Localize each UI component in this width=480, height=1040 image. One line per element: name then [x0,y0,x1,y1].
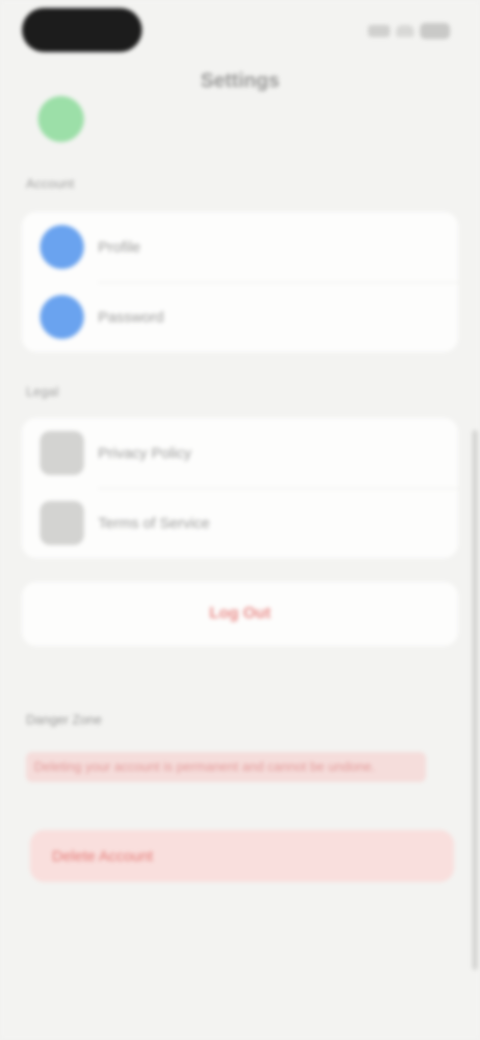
person-icon [40,225,84,269]
danger-note: Deleting your account is permanent and c… [26,752,426,782]
settings-row-privacy[interactable]: Privacy Policy [22,418,458,488]
delete-account-button[interactable]: Delete Account [30,830,454,882]
battery-icon [420,23,450,39]
settings-row-password[interactable]: Password [22,282,458,352]
row-label: Password [98,308,164,326]
row-label: Terms of Service [98,514,210,532]
settings-screen: Settings Account Profile Password Legal … [0,0,480,1040]
section-label-legal: Legal [26,384,59,399]
account-card: Profile Password [22,212,458,352]
account-row[interactable] [20,84,460,154]
section-label-danger: Danger Zone [26,712,102,727]
settings-row-profile[interactable]: Profile [22,212,458,282]
row-label: Profile [98,238,141,256]
signal-icon [368,25,390,37]
avatar [38,96,84,142]
key-icon [40,295,84,339]
wifi-icon [396,25,414,37]
settings-row-terms[interactable]: Terms of Service [22,488,458,558]
section-label-account: Account [26,176,75,191]
scrollbar[interactable] [472,430,478,970]
logout-button[interactable]: Log Out [22,582,458,646]
status-icons [360,20,450,42]
logout-label: Log Out [209,605,271,622]
row-label: Privacy Policy [98,444,192,462]
legal-card: Privacy Policy Terms of Service [22,418,458,558]
dynamic-island [22,8,142,52]
status-bar [0,0,480,62]
document-icon [40,501,84,545]
document-icon [40,431,84,475]
delete-label: Delete Account [52,847,153,865]
